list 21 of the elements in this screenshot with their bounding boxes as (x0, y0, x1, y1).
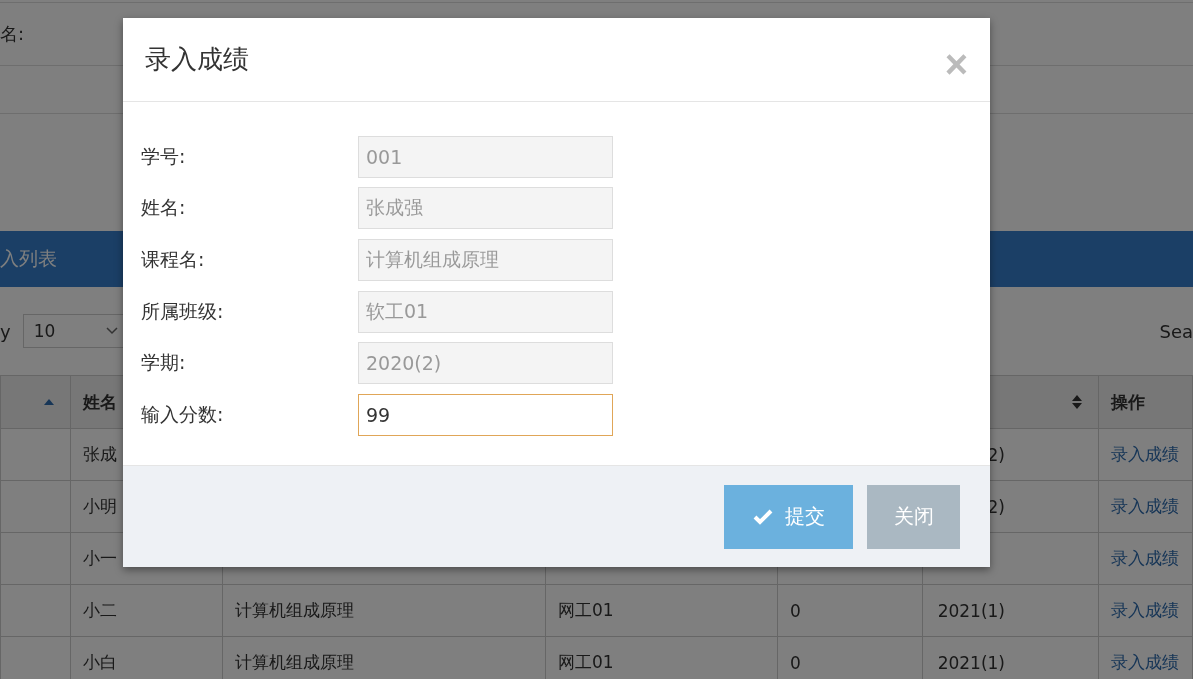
dialog-button[interactable]: 关闭 (867, 484, 960, 549)
dialog-button[interactable]: 提交 (724, 484, 853, 549)
table-cell: 网工01 (545, 584, 778, 637)
field-label: 输入分数: (141, 401, 225, 427)
column-header[interactable]: 操作 (1098, 375, 1193, 429)
input-field[interactable]: 99 (358, 393, 613, 436)
table-cell: 0 (777, 584, 923, 637)
table-cell: 计算机组成原理 (222, 584, 546, 637)
field-label: 课程名: (141, 247, 206, 272)
table-cell: 2021(1) (922, 584, 1099, 637)
panel-title: 入列表 (0, 246, 57, 271)
table-cell: 小二 (70, 584, 223, 637)
dialog-title: 录入成绩 (145, 43, 249, 76)
search-label: Sea (1159, 320, 1193, 342)
filter-label: 名: (0, 22, 25, 46)
field-label: 学号: (141, 143, 187, 169)
close-button[interactable]: × (944, 43, 968, 84)
field-label: 学期: (141, 350, 187, 376)
field-label: 所属班级: (141, 298, 225, 324)
length-label: y (0, 320, 11, 342)
field-label: 姓名: (141, 195, 187, 221)
